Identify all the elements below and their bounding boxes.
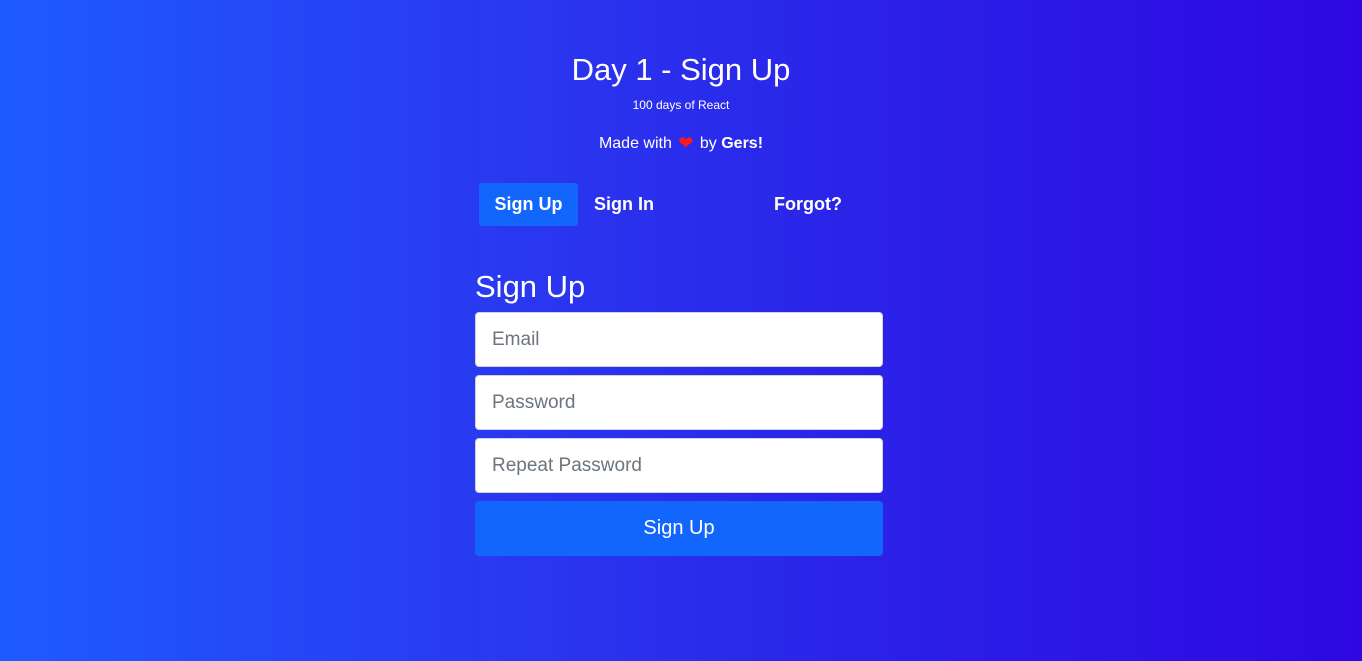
sign-up-form: Sign Up Sign Up xyxy=(475,268,883,556)
tab-sign-in[interactable]: Sign In xyxy=(580,183,668,226)
form-title: Sign Up xyxy=(475,269,586,304)
email-field[interactable] xyxy=(475,312,883,367)
made-with-prefix: Made with xyxy=(598,135,672,152)
made-with-by: by xyxy=(699,135,717,152)
tab-sign-up[interactable]: Sign Up xyxy=(479,183,578,226)
tab-forgot[interactable]: Forgot? xyxy=(761,183,855,226)
repeat-password-field[interactable] xyxy=(475,438,883,493)
auth-tabs: Sign Up Sign In Forgot? xyxy=(479,183,883,226)
made-with-line: Made with ❤ by Gers! xyxy=(0,133,1362,155)
heart-icon: ❤ xyxy=(678,133,694,153)
page-title: Day 1 - Sign Up xyxy=(571,52,791,87)
author-name: Gers! xyxy=(721,135,764,152)
page-header: Day 1 - Sign Up 100 days of React Made w… xyxy=(0,50,1362,155)
page-subtitle: 100 days of React xyxy=(632,98,730,112)
password-field[interactable] xyxy=(475,375,883,430)
sign-up-button[interactable]: Sign Up xyxy=(475,501,883,556)
